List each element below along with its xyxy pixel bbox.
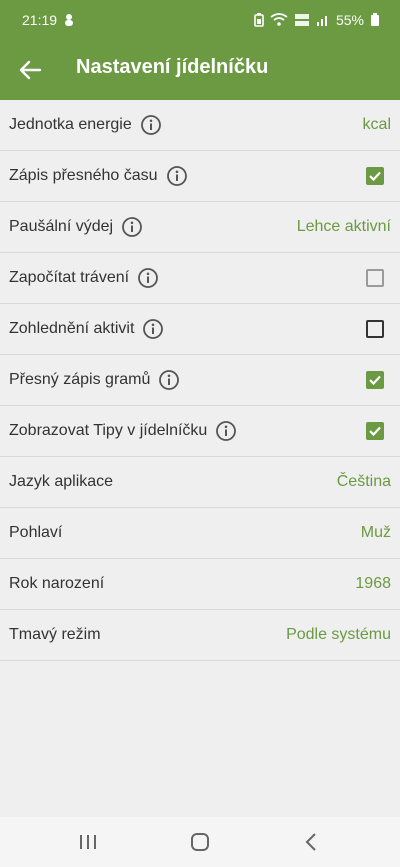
volte-icon xyxy=(294,14,309,26)
checkbox-unchecked[interactable] xyxy=(366,320,384,338)
setting-label: Zohlednění aktivit xyxy=(9,320,135,337)
info-icon[interactable] xyxy=(140,114,162,136)
setting-energy-unit[interactable]: Jednotka energie kcal xyxy=(0,100,400,151)
setting-activities[interactable]: Zohlednění aktivit xyxy=(0,304,400,355)
setting-value[interactable]: kcal xyxy=(363,116,391,134)
setting-label: Tmavý režim xyxy=(9,626,101,643)
check-icon xyxy=(369,171,381,182)
info-icon[interactable] xyxy=(121,216,143,238)
setting-exact-grams[interactable]: Přesný zápis gramů xyxy=(0,355,400,406)
info-icon[interactable] xyxy=(158,369,180,391)
wifi-icon xyxy=(270,13,288,26)
setting-label: Zápis přesného času xyxy=(9,167,158,184)
status-time: 21:19 xyxy=(22,12,58,28)
recent-apps-icon[interactable] xyxy=(76,831,100,853)
back-nav-icon[interactable] xyxy=(300,831,324,853)
setting-exact-time[interactable]: Zápis přesného času xyxy=(0,151,400,202)
setting-label: Zobrazovat Tipy v jídelníčku xyxy=(9,422,208,439)
info-icon[interactable] xyxy=(166,165,188,187)
status-bar: 21:19 55% xyxy=(0,0,400,40)
setting-label: Jazyk aplikace xyxy=(9,473,114,490)
check-icon xyxy=(369,426,381,437)
setting-label: Započítat trávení xyxy=(9,269,130,286)
setting-value[interactable]: Čeština xyxy=(337,473,391,491)
signal-icon xyxy=(316,16,327,26)
setting-value[interactable]: 1968 xyxy=(355,575,391,593)
setting-label: Rok narození xyxy=(9,575,105,592)
back-arrow-icon[interactable] xyxy=(16,56,44,84)
setting-gender[interactable]: Pohlaví Muž xyxy=(0,508,400,559)
notification-icon xyxy=(65,14,74,26)
info-icon[interactable] xyxy=(137,267,159,289)
setting-value[interactable]: Podle systému xyxy=(286,626,391,644)
check-icon xyxy=(369,375,381,386)
setting-flat-expense[interactable]: Paušální výdej Lehce aktivní xyxy=(0,202,400,253)
setting-value[interactable]: Lehce aktivní xyxy=(297,218,391,236)
info-icon[interactable] xyxy=(142,318,164,340)
battery-percent: 55% xyxy=(335,12,364,28)
checkbox-checked[interactable] xyxy=(366,167,384,185)
setting-label: Přesný zápis gramů xyxy=(9,371,151,388)
checkbox-checked[interactable] xyxy=(366,371,384,389)
page-title: Nastavení jídelníčku xyxy=(76,56,269,78)
setting-digestion[interactable]: Započítat trávení xyxy=(0,253,400,304)
setting-app-language[interactable]: Jazyk aplikace Čeština xyxy=(0,457,400,508)
system-nav-bar xyxy=(0,817,400,867)
setting-label: Jednotka energie xyxy=(9,116,132,133)
battery-icon xyxy=(371,13,379,26)
battery-saver-icon xyxy=(254,13,264,27)
settings-list: Jednotka energie kcal Zápis přesného čas… xyxy=(0,100,400,661)
setting-label: Paušální výdej xyxy=(9,218,114,235)
checkbox-disabled[interactable] xyxy=(366,269,384,287)
checkbox-checked[interactable] xyxy=(366,422,384,440)
info-icon[interactable] xyxy=(215,420,237,442)
setting-dark-mode[interactable]: Tmavý režim Podle systému xyxy=(0,610,400,661)
setting-value[interactable]: Muž xyxy=(361,524,391,542)
app-header: 21:19 55% Nastavení jídelníčku xyxy=(0,0,400,100)
setting-show-tips[interactable]: Zobrazovat Tipy v jídelníčku xyxy=(0,406,400,457)
setting-birth-year[interactable]: Rok narození 1968 xyxy=(0,559,400,610)
home-icon[interactable] xyxy=(188,831,212,853)
toolbar: Nastavení jídelníčku xyxy=(0,40,400,98)
setting-label: Pohlaví xyxy=(9,524,63,541)
